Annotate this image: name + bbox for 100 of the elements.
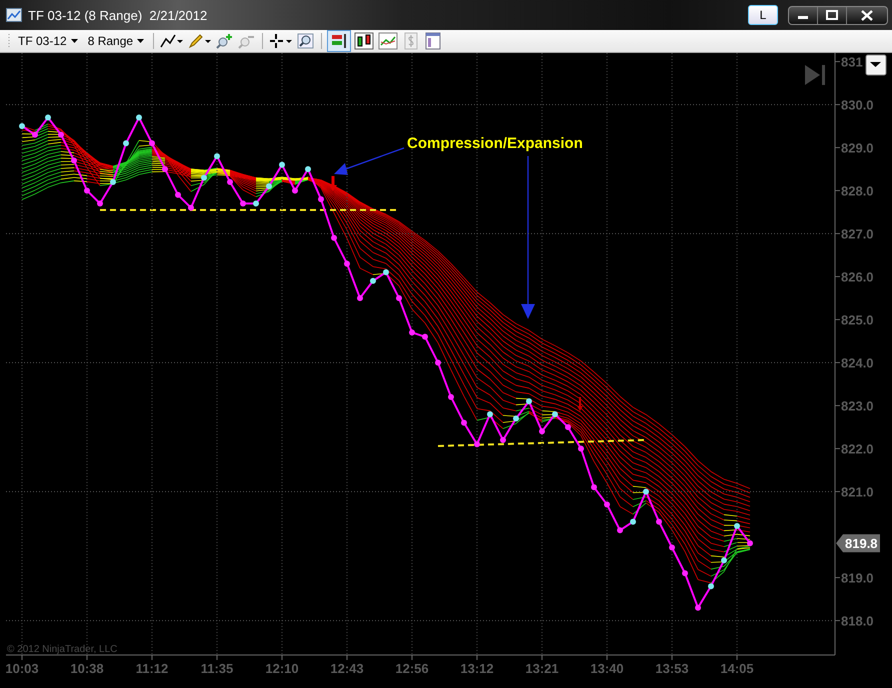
zoom-in-icon[interactable] xyxy=(216,33,234,49)
price-point xyxy=(32,132,38,138)
price-point xyxy=(305,166,311,172)
axis-label: 818.0 xyxy=(841,614,874,629)
price-point xyxy=(617,527,623,534)
time-label: 10:03 xyxy=(5,661,39,676)
time-label: 13:12 xyxy=(460,661,494,676)
price-point xyxy=(344,260,350,267)
price-point xyxy=(214,153,220,160)
price-point xyxy=(695,604,701,611)
axis-label: 825.0 xyxy=(841,312,874,328)
pencil-icon[interactable] xyxy=(188,33,212,49)
price-point xyxy=(552,411,558,418)
price-point xyxy=(383,269,389,276)
price-point xyxy=(45,114,51,120)
price-point xyxy=(136,114,142,120)
magnifier-icon[interactable] xyxy=(297,33,316,49)
price-point xyxy=(708,583,714,590)
price-point xyxy=(162,166,168,172)
time-label: 12:56 xyxy=(395,661,429,676)
axis-label: 831 xyxy=(841,54,863,70)
price-point xyxy=(396,295,402,302)
price-point xyxy=(578,446,584,452)
price-point xyxy=(422,334,428,340)
time-label: 13:21 xyxy=(525,661,559,676)
price-point xyxy=(370,278,376,284)
window-title: TF 03-12 (8 Range) 2/21/2012 xyxy=(28,8,208,22)
price-point xyxy=(318,196,324,202)
price-point xyxy=(357,295,363,302)
price-point xyxy=(279,162,285,168)
price-point xyxy=(292,188,298,194)
price-point xyxy=(487,411,493,418)
line-chart-icon[interactable] xyxy=(378,32,398,50)
price-point xyxy=(461,420,467,426)
price-point xyxy=(474,441,480,448)
price-tag: 819.8 xyxy=(836,534,880,552)
price-point xyxy=(513,416,519,422)
price-point xyxy=(669,544,675,550)
time-label: 11:12 xyxy=(136,661,168,676)
panel-dropdown-button[interactable] xyxy=(866,54,886,76)
price-point xyxy=(721,557,727,564)
time-label: 10:38 xyxy=(70,661,104,676)
price-point xyxy=(591,484,597,490)
time-label: 13:40 xyxy=(590,661,624,676)
line-tool-icon[interactable] xyxy=(160,33,184,49)
chart-style-icon[interactable] xyxy=(328,31,350,51)
axis-label: 827.0 xyxy=(841,226,874,242)
price-point xyxy=(448,394,454,400)
down-arrow xyxy=(577,397,583,411)
time-label: 12:43 xyxy=(330,661,364,676)
price-point xyxy=(643,488,649,495)
price-point xyxy=(734,523,740,529)
price-point xyxy=(565,424,571,430)
down-arrow xyxy=(329,176,337,191)
crosshair-icon[interactable] xyxy=(269,33,294,49)
price-point xyxy=(409,330,415,336)
price-point xyxy=(500,437,506,443)
price-point xyxy=(84,188,90,194)
instrument-dropdown[interactable]: TF 03-12 xyxy=(15,34,81,48)
price-point xyxy=(19,123,25,130)
price-point xyxy=(58,132,64,138)
time-label: 12:10 xyxy=(265,661,299,676)
axis-label: 830.0 xyxy=(841,98,874,113)
price-point xyxy=(656,518,662,525)
caret-icon xyxy=(70,39,78,43)
axis-label: 821.0 xyxy=(841,484,874,500)
grip-icon xyxy=(8,33,11,49)
price-point xyxy=(240,200,246,206)
price-point xyxy=(331,234,337,241)
copyright-text: © 2012 NinjaTrader, LLC xyxy=(7,644,118,655)
price-point xyxy=(253,200,259,206)
properties-icon[interactable] xyxy=(424,32,442,50)
time-label: 11:35 xyxy=(200,661,234,676)
price-point xyxy=(682,570,688,576)
price-point xyxy=(630,518,636,525)
price-point xyxy=(526,398,532,404)
price-point xyxy=(227,179,233,185)
price-point xyxy=(97,200,103,206)
price-point xyxy=(110,179,116,185)
period-dropdown[interactable]: 8 Range xyxy=(84,34,148,48)
axis-label: 828.0 xyxy=(841,184,874,199)
price-point xyxy=(604,502,610,508)
time-label: 14:05 xyxy=(720,661,754,676)
candlestick-icon[interactable] xyxy=(354,32,374,50)
caret-icon xyxy=(137,39,144,43)
axis-label: 823.0 xyxy=(841,398,874,414)
price-point xyxy=(539,428,545,434)
price-point xyxy=(188,204,194,211)
axis-label: 829.0 xyxy=(841,140,874,156)
price-point xyxy=(201,174,207,181)
layout-button[interactable]: L xyxy=(748,5,778,25)
axis-label: 819.0 xyxy=(841,570,874,586)
axis-label: 826.0 xyxy=(841,270,874,285)
price-point xyxy=(123,140,129,146)
price-point xyxy=(71,158,77,164)
axis-label: 824.0 xyxy=(841,356,874,371)
price-point xyxy=(266,183,272,190)
annotation-text: Compression/Expansion xyxy=(407,135,583,152)
price-point xyxy=(435,360,441,366)
pointer-arrow xyxy=(334,147,404,175)
